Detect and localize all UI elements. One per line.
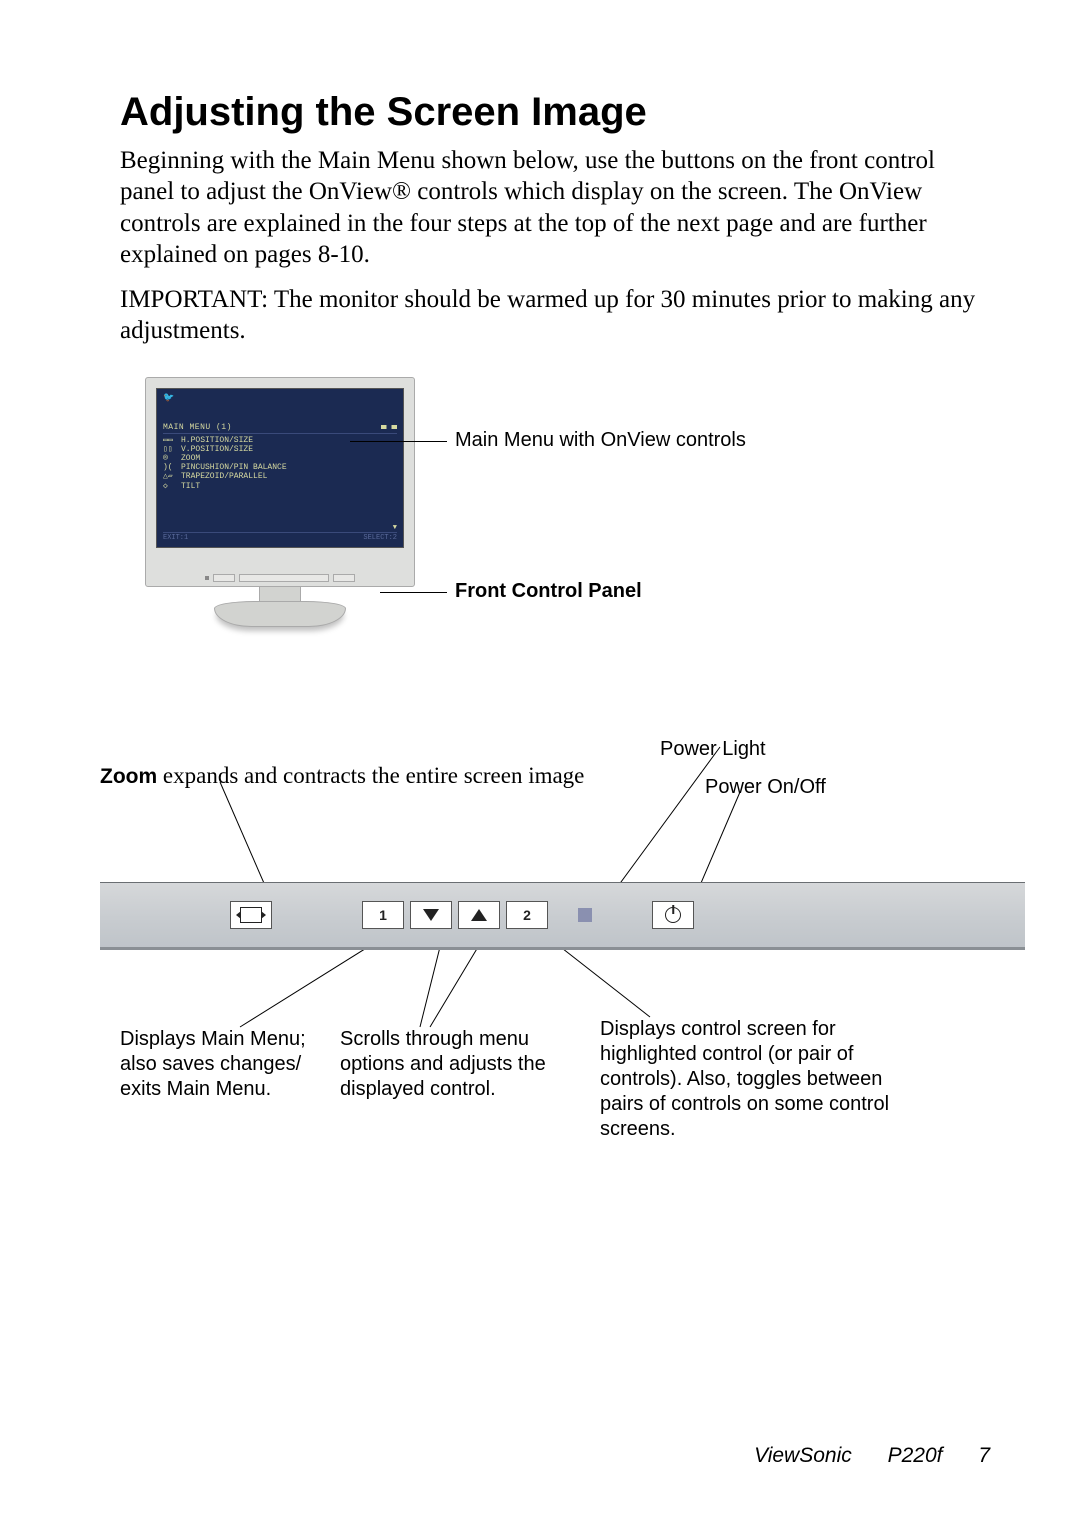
- callout-frontpanel: Front Control Panel: [455, 580, 642, 603]
- front-control-panel-diagram: Power Light Power On/Off Zoom expands an…: [120, 727, 990, 1147]
- down-button[interactable]: [410, 901, 452, 929]
- callout-line: [380, 592, 447, 593]
- monitor-screen: 🐦 MAIN MENU (1) ▭▭H.POSITION/SIZE ▯▯V.PO…: [156, 388, 404, 548]
- callout-line: [350, 441, 447, 442]
- label-btn1-desc: Displays Main Menu; also saves changes/ …: [120, 1027, 330, 1102]
- osd-item: PINCUSHION/PIN BALANCE: [181, 463, 287, 472]
- label-power-light: Power Light: [660, 737, 766, 762]
- zoom-button[interactable]: [230, 901, 272, 929]
- scroll-down-icon: ▼: [393, 524, 397, 532]
- osd-title: MAIN MENU (1): [163, 423, 232, 432]
- footer-page: 7: [978, 1444, 990, 1467]
- osd-exit: EXIT:1: [163, 534, 188, 542]
- osd-item: V.POSITION/SIZE: [181, 445, 253, 454]
- label-btn2-desc: Displays control screen for highlighted …: [600, 1017, 900, 1142]
- osd-select: SELECT:2: [363, 534, 397, 542]
- up-button[interactable]: [458, 901, 500, 929]
- monitor-buttons-strip: [205, 574, 355, 582]
- triangle-up-icon: [471, 909, 487, 921]
- label-power-onoff: Power On/Off: [705, 775, 826, 800]
- control-panel-bar: 1 2: [100, 882, 1025, 950]
- monitor-stand: [259, 587, 301, 601]
- footer-model: P220f: [888, 1444, 943, 1467]
- triangle-down-icon: [423, 909, 439, 921]
- osd-item: TRAPEZOID/PARALLEL: [181, 472, 267, 481]
- label-zoom: Zoom expands and contracts the entire sc…: [100, 762, 700, 791]
- osd-item: TILT: [181, 482, 200, 491]
- intro-paragraph: Beginning with the Main Menu shown below…: [120, 145, 990, 270]
- monitor: 🐦 MAIN MENU (1) ▭▭H.POSITION/SIZE ▯▯V.PO…: [145, 377, 415, 627]
- important-note: IMPORTANT: The monitor should be warmed …: [120, 284, 990, 347]
- callout-mainmenu: Main Menu with OnView controls: [455, 429, 746, 452]
- power-button[interactable]: [652, 901, 694, 929]
- osd-item: ZOOM: [181, 454, 200, 463]
- power-led-icon: [578, 908, 592, 922]
- zoom-icon: [240, 907, 262, 923]
- monitor-diagram: 🐦 MAIN MENU (1) ▭▭H.POSITION/SIZE ▯▯V.PO…: [120, 377, 990, 677]
- menu-button-2[interactable]: 2: [506, 901, 548, 929]
- power-icon: [665, 907, 681, 923]
- monitor-frame: 🐦 MAIN MENU (1) ▭▭H.POSITION/SIZE ▯▯V.PO…: [145, 377, 415, 587]
- page-heading: Adjusting the Screen Image: [120, 90, 990, 135]
- menu-button-1[interactable]: 1: [362, 901, 404, 929]
- brand-logo-icon: 🐦: [163, 393, 397, 423]
- osd-item: H.POSITION/SIZE: [181, 436, 253, 445]
- monitor-base: [214, 601, 346, 627]
- label-arrows-desc: Scrolls through menu options and adjusts…: [340, 1027, 550, 1102]
- footer-brand: ViewSonic: [754, 1444, 852, 1467]
- page-footer: ViewSonic P220f 7: [754, 1444, 990, 1468]
